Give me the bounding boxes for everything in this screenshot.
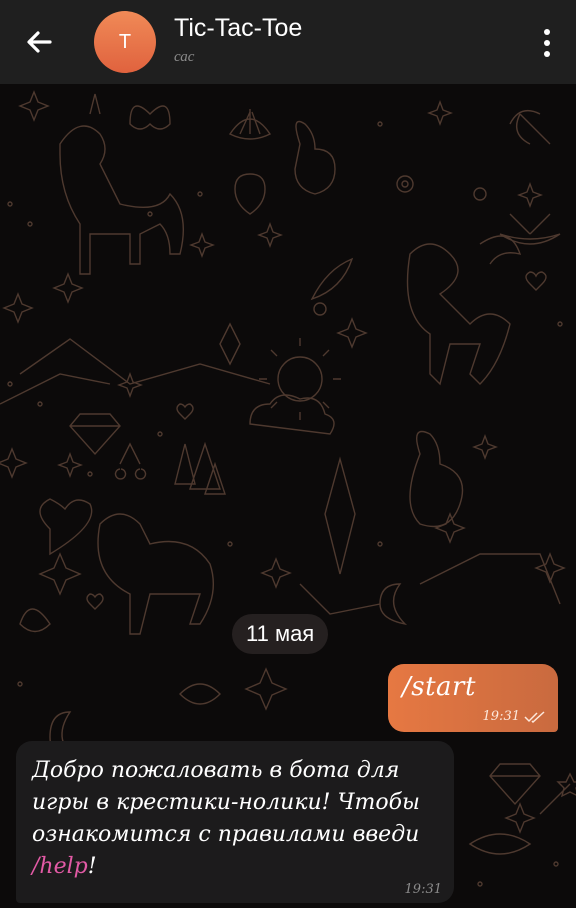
chat-area[interactable]: 11 мая /start 19:31 Добро пожаловать в б… (0, 84, 576, 908)
arrow-left-icon (27, 31, 52, 53)
message-meta: 19:31 (483, 709, 546, 724)
more-vertical-icon (544, 29, 550, 57)
chat-header: T Tic-Tac-Toe сас (0, 0, 576, 84)
message-text-prefix: Добро пожаловать в бота для игры в крест… (32, 758, 420, 847)
incoming-message[interactable]: Добро пожаловать в бота для игры в крест… (16, 741, 454, 903)
chat-subtitle: сас (174, 49, 195, 65)
help-command-link[interactable]: /help (32, 854, 88, 879)
double-check-icon (524, 710, 545, 723)
message-time: 19:31 (482, 709, 520, 724)
chat-title[interactable]: Tic-Tac-Toe (174, 14, 302, 43)
avatar-letter: T (118, 30, 132, 53)
date-separator: 11 мая (232, 614, 329, 654)
message-text: Добро пожаловать в бота для игры в крест… (32, 755, 442, 883)
message-text: /start (402, 672, 476, 702)
back-button[interactable] (20, 22, 60, 62)
outgoing-message[interactable]: /start 19:31 (388, 664, 558, 732)
message-text-suffix: ! (87, 854, 97, 879)
avatar[interactable]: T (94, 11, 156, 73)
message-time: 19:31 (404, 882, 442, 897)
more-menu-button[interactable] (540, 27, 554, 59)
